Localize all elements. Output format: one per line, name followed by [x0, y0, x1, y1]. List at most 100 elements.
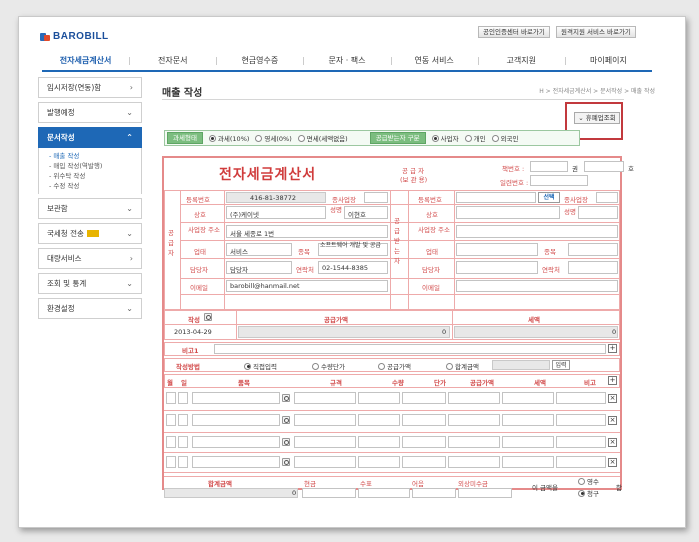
- input-button[interactable]: 입력: [552, 360, 570, 370]
- nav-integration[interactable]: 연동 서비스: [390, 50, 478, 70]
- supply-input[interactable]: [448, 414, 500, 426]
- note-input[interactable]: [556, 456, 606, 468]
- serial-input[interactable]: [530, 175, 588, 186]
- qty-input[interactable]: [358, 392, 400, 404]
- add-row-icon[interactable]: +: [608, 376, 617, 385]
- tax-input[interactable]: [502, 392, 554, 404]
- nav-mypage[interactable]: 마이페이지: [564, 50, 652, 70]
- item-input[interactable]: [192, 456, 280, 468]
- calendar-icon[interactable]: [204, 313, 212, 321]
- sidebar-item-bulk[interactable]: 대량서비스 ›: [38, 248, 142, 269]
- note-input[interactable]: [556, 392, 606, 404]
- sidebar-sub-consign[interactable]: - 위수탁 작성: [49, 171, 141, 181]
- tax-input[interactable]: [502, 436, 554, 448]
- month-input[interactable]: [166, 414, 176, 426]
- delete-row-icon[interactable]: ×: [608, 438, 617, 447]
- item-input[interactable]: [192, 414, 280, 426]
- item-search-icon[interactable]: [282, 438, 290, 446]
- buyer-branch-input[interactable]: [596, 192, 618, 203]
- supplier-branch-input[interactable]: [364, 192, 388, 203]
- sidebar-sub-modify[interactable]: - 수정 작성: [49, 181, 141, 191]
- amount-claim-radio[interactable]: 청구: [578, 488, 599, 498]
- buyer-radio-business[interactable]: 사업자: [431, 133, 459, 143]
- item-input[interactable]: [192, 392, 280, 404]
- spec-input[interactable]: [294, 436, 356, 448]
- nav-sms-fax[interactable]: 문자 · 팩스: [303, 50, 390, 70]
- barobill-logo[interactable]: BAROBILL: [40, 31, 109, 42]
- supply-input[interactable]: [448, 436, 500, 448]
- buyer-manager-input[interactable]: [456, 261, 538, 274]
- method-qty-radio[interactable]: 수량단가: [312, 361, 345, 371]
- sidebar-sub-sales[interactable]: - 매출 작성: [49, 151, 141, 161]
- tax-radio-zero[interactable]: 영세(0%): [255, 133, 292, 143]
- buyer-email-input[interactable]: [456, 280, 618, 292]
- note-bill-input[interactable]: [412, 488, 456, 498]
- item-search-icon[interactable]: [282, 458, 290, 466]
- day-input[interactable]: [178, 436, 188, 448]
- buyer-bizitem-input[interactable]: [568, 243, 618, 256]
- buyer-radio-individual[interactable]: 개인: [464, 133, 486, 143]
- cash-input[interactable]: [302, 488, 356, 498]
- remote-support-button[interactable]: 원격지원 서비스 바로가기: [556, 26, 636, 38]
- delete-row-icon[interactable]: ×: [608, 458, 617, 467]
- tax-input[interactable]: [502, 414, 554, 426]
- check-input[interactable]: [358, 488, 410, 498]
- cert-center-button[interactable]: 공인인증센터 바로가기: [478, 26, 550, 38]
- spec-input[interactable]: [294, 456, 356, 468]
- buyer-company-input[interactable]: [456, 206, 560, 219]
- item-search-icon[interactable]: [282, 394, 290, 402]
- add-note-icon[interactable]: +: [608, 344, 617, 353]
- price-input[interactable]: [402, 392, 446, 404]
- qty-input[interactable]: [358, 436, 400, 448]
- delete-row-icon[interactable]: ×: [608, 394, 617, 403]
- delete-row-icon[interactable]: ×: [608, 416, 617, 425]
- buyer-biztype-input[interactable]: [456, 243, 538, 256]
- price-input[interactable]: [402, 436, 446, 448]
- note-input[interactable]: [556, 414, 606, 426]
- sidebar-item-storage[interactable]: 보관함 ⌄: [38, 198, 142, 219]
- tax-input[interactable]: [502, 456, 554, 468]
- month-input[interactable]: [166, 456, 176, 468]
- total-input-field[interactable]: [492, 360, 550, 370]
- item-input[interactable]: [192, 436, 280, 448]
- buyer-reg-input[interactable]: [456, 192, 536, 203]
- qty-input[interactable]: [358, 414, 400, 426]
- sidebar-item-stats[interactable]: 조회 및 통계 ⌄: [38, 273, 142, 294]
- nav-tax-invoice[interactable]: 전자세금계산서: [42, 50, 129, 70]
- buyer-select-button[interactable]: 선택: [538, 192, 560, 203]
- qty-input[interactable]: [358, 456, 400, 468]
- nav-e-document[interactable]: 전자문서: [129, 50, 216, 70]
- nav-cash-receipt[interactable]: 현금영수증: [216, 50, 303, 70]
- spec-input[interactable]: [294, 392, 356, 404]
- sidebar-item-nts[interactable]: 국세청 전송 ⌄: [38, 223, 142, 244]
- buyer-name-input[interactable]: [578, 206, 618, 219]
- buyer-radio-foreign[interactable]: 외국인: [491, 133, 519, 143]
- sidebar-item-settings[interactable]: 환경설정 ⌄: [38, 298, 142, 319]
- tax-radio-taxable[interactable]: 과세(10%): [208, 133, 249, 143]
- price-input[interactable]: [402, 456, 446, 468]
- amount-receipt-radio[interactable]: 영수: [578, 476, 599, 486]
- day-input[interactable]: [178, 392, 188, 404]
- month-input[interactable]: [166, 392, 176, 404]
- supply-input[interactable]: [448, 456, 500, 468]
- method-total-radio[interactable]: 합계금액: [446, 361, 479, 371]
- credit-input[interactable]: [458, 488, 512, 498]
- price-input[interactable]: [402, 414, 446, 426]
- book-vol-input[interactable]: [530, 161, 568, 172]
- day-input[interactable]: [178, 456, 188, 468]
- sidebar-item-scheduled[interactable]: 발행예정 ⌄: [38, 102, 142, 123]
- day-input[interactable]: [178, 414, 188, 426]
- date-value[interactable]: 2013-04-29: [174, 328, 212, 336]
- supply-input[interactable]: [448, 392, 500, 404]
- nav-support[interactable]: 고객지원: [477, 50, 565, 70]
- month-input[interactable]: [166, 436, 176, 448]
- note-input[interactable]: [556, 436, 606, 448]
- item-search-icon[interactable]: [282, 416, 290, 424]
- method-direct-radio[interactable]: 직접입력: [244, 361, 277, 371]
- method-supply-radio[interactable]: 공급가액: [378, 361, 411, 371]
- buyer-address-input[interactable]: [456, 225, 618, 238]
- sidebar-sub-purchase[interactable]: - 매입 작성(역발행): [49, 161, 141, 171]
- spec-input[interactable]: [294, 414, 356, 426]
- book-ho-input[interactable]: [584, 161, 624, 172]
- sidebar-item-temp[interactable]: 임시저장(연동)함 ›: [38, 77, 142, 98]
